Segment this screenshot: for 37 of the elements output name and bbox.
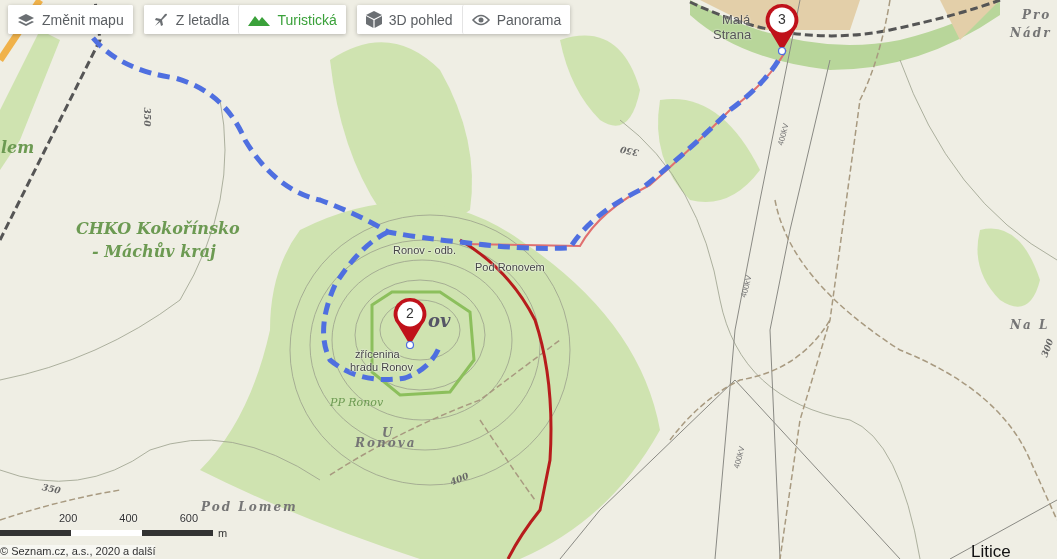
terrain-label: Na L — [1010, 318, 1051, 332]
terrain-label: Pro — [1022, 8, 1053, 22]
contour-label: 350 — [142, 107, 153, 127]
map-mode-button[interactable]: Z letadla — [143, 5, 239, 34]
airplane-icon — [152, 11, 169, 28]
reserve-label: PP Ronov — [330, 396, 384, 409]
terrain-label: Pod Lomem — [201, 500, 299, 514]
town-label: Litice — [971, 542, 1011, 559]
place-label: Ronov - odb. — [393, 244, 456, 256]
contour-label: 300 — [1039, 337, 1056, 359]
area-label: CHKO Kokořínsko — [76, 219, 240, 238]
map-mode-button[interactable]: Změnit mapu — [8, 5, 133, 34]
copyright-text: © Seznam.cz, a.s., 2020 a další — [0, 545, 156, 557]
area-label: - Máchův kraj — [92, 242, 216, 261]
contour-label: 350 — [41, 482, 62, 496]
power-line-label: 400kV — [776, 122, 791, 147]
place-label: Pod Ronovem — [475, 261, 545, 273]
peak-label: ov — [428, 310, 451, 331]
layers-icon — [17, 12, 35, 27]
eye-icon — [471, 13, 490, 26]
contour-label: 400 — [448, 470, 470, 488]
power-line-label: 400kV — [739, 274, 754, 299]
contour-label: 350 — [619, 144, 640, 158]
scale-unit: m — [218, 527, 228, 539]
place-label: zřícenina — [355, 348, 400, 360]
map-mode-button[interactable]: Panorama — [461, 5, 571, 34]
village-label: Strana — [713, 27, 752, 42]
cube-icon — [365, 11, 382, 28]
scale-label: 600 — [179, 512, 199, 524]
scale-label: 400 — [119, 512, 138, 524]
terrain-label: Nádr — [1010, 26, 1053, 40]
place-label: hradu Ronov — [350, 361, 413, 373]
area-label: lem — [1, 138, 35, 157]
map-mode-button[interactable]: Turistická — [238, 5, 346, 34]
power-line-label: 400kV — [732, 445, 747, 470]
map-mode-button[interactable]: 3D pohled — [356, 5, 462, 34]
scale-label: 200 — [59, 512, 78, 524]
